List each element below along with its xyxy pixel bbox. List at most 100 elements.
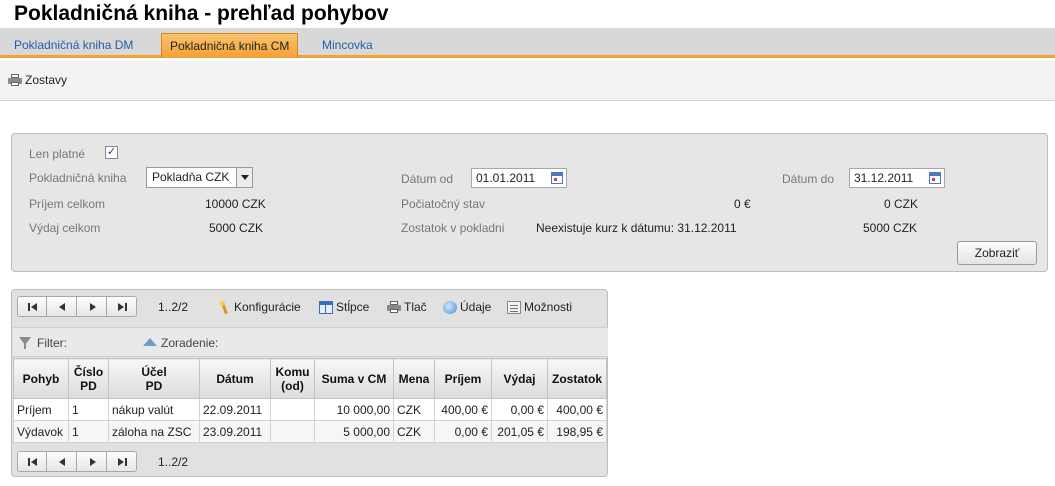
income-total-label: Príjem celkom — [29, 197, 106, 211]
column-header-komu[interactable]: Komu (od) — [270, 358, 315, 399]
data-button[interactable]: Údaje — [443, 300, 491, 314]
print-label: Tlač — [404, 300, 427, 314]
column-header-mena[interactable]: Mena — [393, 358, 435, 399]
tab-coin-counter[interactable]: Mincovka — [314, 33, 381, 58]
table-row[interactable]: Výdavok 1 záloha na ZSC 23.09.2011 5 000… — [13, 420, 607, 443]
income-total-value: 10000 CZK — [205, 197, 266, 211]
date-from-field[interactable]: 01.01.2011 — [471, 168, 567, 188]
only-valid-label: Len platné — [29, 147, 86, 161]
cashbook-select[interactable]: Pokladňa CZK — [146, 167, 253, 188]
data-grid: 1..2/2 Konfigurácie Stĺpce Tlač Údaje Mo… — [11, 289, 608, 477]
cell-mena: CZK — [393, 420, 435, 443]
pager-top — [17, 296, 137, 317]
movements-table: Pohyb Číslo PD Účel PD Dátum Komu (od) Suma… — [13, 358, 607, 443]
column-header-zostatok[interactable]: Zostatok — [547, 358, 607, 399]
cell-ucel: záloha na ZSC — [108, 420, 200, 443]
sort-label[interactable]: Zoradenie: — [161, 336, 218, 350]
calendar-icon[interactable] — [551, 172, 563, 184]
data-label: Údaje — [460, 300, 492, 314]
column-header-vydaj[interactable]: Výdaj — [491, 358, 548, 399]
pager-info-bottom: 1..2/2 — [158, 455, 189, 469]
column-header-prijem[interactable]: Príjem — [434, 358, 492, 399]
opening-state-label: Počiatočný stav — [401, 197, 486, 211]
cell-pohyb: Príjem — [13, 398, 69, 421]
show-button[interactable]: Zobraziť — [957, 241, 1037, 265]
config-label: Konfigurácie — [234, 300, 301, 314]
balance-note: Neexistuje kurz k dátumu: 31.12.2011 — [536, 221, 737, 235]
page-title: Pokladničná kniha - prehľad pohybov — [14, 2, 389, 25]
last-page-button[interactable] — [107, 296, 137, 317]
filter-label[interactable]: Filter: — [37, 336, 67, 350]
filter-icon[interactable] — [19, 337, 31, 349]
sort-icon[interactable] — [143, 338, 157, 346]
opening-state-eur: 0 € — [734, 197, 751, 211]
cell-zostatok: 198,95 € — [547, 420, 607, 443]
prev-page-button[interactable] — [47, 451, 77, 472]
column-header-cislo[interactable]: Číslo PD — [68, 358, 109, 399]
cell-pohyb: Výdavok — [13, 420, 69, 443]
balance-label: Zostatok v pokladni — [401, 221, 505, 235]
magic-wand-icon — [217, 300, 231, 314]
table-header-row: Pohyb Číslo PD Účel PD Dátum Komu (od) Suma… — [13, 358, 607, 399]
filter-form-panel: Len platné ✓ Pokladničná kniha Pokladňa … — [11, 133, 1048, 272]
prev-page-button[interactable] — [47, 296, 77, 317]
cell-komu — [270, 420, 315, 443]
table-row[interactable]: Príjem 1 nákup valút 22.09.2011 10 000,0… — [13, 398, 607, 421]
columns-label: Stĺpce — [336, 300, 370, 314]
column-header-pohyb[interactable]: Pohyb — [13, 358, 69, 399]
cell-ucel: nákup valút — [108, 398, 200, 421]
cell-zostatok: 400,00 € — [547, 398, 607, 421]
first-page-button[interactable] — [17, 451, 47, 472]
column-header-suma[interactable]: Suma v CM — [314, 358, 394, 399]
date-to-label: Dátum do — [782, 172, 835, 186]
last-page-button[interactable] — [107, 451, 137, 472]
expense-total-label: Výdaj celkom — [29, 221, 101, 235]
opening-state-czk: 0 CZK — [884, 197, 919, 211]
tab-bar: Pokladničná kniha DM Pokladničná kniha C… — [0, 28, 1055, 58]
reports-button[interactable]: Zostavy — [8, 73, 67, 87]
config-button[interactable]: Konfigurácie — [217, 300, 301, 314]
cell-cislo: 1 — [68, 398, 109, 421]
cashbook-label: Pokladničná kniha — [29, 171, 127, 185]
next-page-button[interactable] — [77, 296, 107, 317]
cell-mena: CZK — [393, 398, 435, 421]
date-from-label: Dátum od — [401, 172, 454, 186]
printer-icon — [387, 301, 401, 313]
cell-prijem: 0,00 € — [434, 420, 492, 443]
balance-czk: 5000 CZK — [863, 221, 918, 235]
cashbook-select-value: Pokladňa CZK — [152, 170, 230, 184]
print-button[interactable]: Tlač — [387, 300, 427, 314]
cell-vydaj: 201,05 € — [491, 420, 548, 443]
cell-datum: 22.09.2011 — [199, 398, 271, 421]
reports-label: Zostavy — [25, 73, 68, 87]
expense-total-value: 5000 CZK — [209, 221, 264, 235]
filter-bar: Filter: Zoradenie: — [13, 327, 608, 357]
cell-suma: 5 000,00 — [314, 420, 394, 443]
calendar-icon[interactable] — [929, 172, 941, 184]
options-label: Možnosti — [524, 300, 573, 314]
toolbar: Zostavy — [0, 61, 1055, 101]
cell-suma: 10 000,00 — [314, 398, 394, 421]
options-button[interactable]: Možnosti — [507, 300, 572, 314]
column-header-datum[interactable]: Dátum — [199, 358, 271, 399]
cell-vydaj: 0,00 € — [491, 398, 548, 421]
printer-icon — [8, 74, 22, 86]
next-page-button[interactable] — [77, 451, 107, 472]
tab-cashbook-dm[interactable]: Pokladničná kniha DM — [6, 33, 141, 58]
chevron-down-icon[interactable] — [236, 168, 252, 187]
column-header-ucel[interactable]: Účel PD — [108, 358, 200, 399]
cell-datum: 23.09.2011 — [199, 420, 271, 443]
cell-komu — [270, 398, 315, 421]
cell-cislo: 1 — [68, 420, 109, 443]
columns-icon — [319, 300, 333, 314]
date-to-field[interactable]: 31.12.2011 — [849, 168, 945, 188]
date-to-value: 31.12.2011 — [854, 171, 914, 185]
pager-bottom — [17, 451, 137, 472]
pager-info: 1..2/2 — [158, 300, 189, 314]
options-icon — [507, 300, 521, 314]
data-icon — [443, 300, 457, 314]
columns-button[interactable]: Stĺpce — [319, 300, 369, 314]
tab-cashbook-cm[interactable]: Pokladničná kniha CM — [161, 33, 299, 58]
only-valid-checkbox[interactable]: ✓ — [105, 146, 118, 159]
first-page-button[interactable] — [17, 296, 47, 317]
